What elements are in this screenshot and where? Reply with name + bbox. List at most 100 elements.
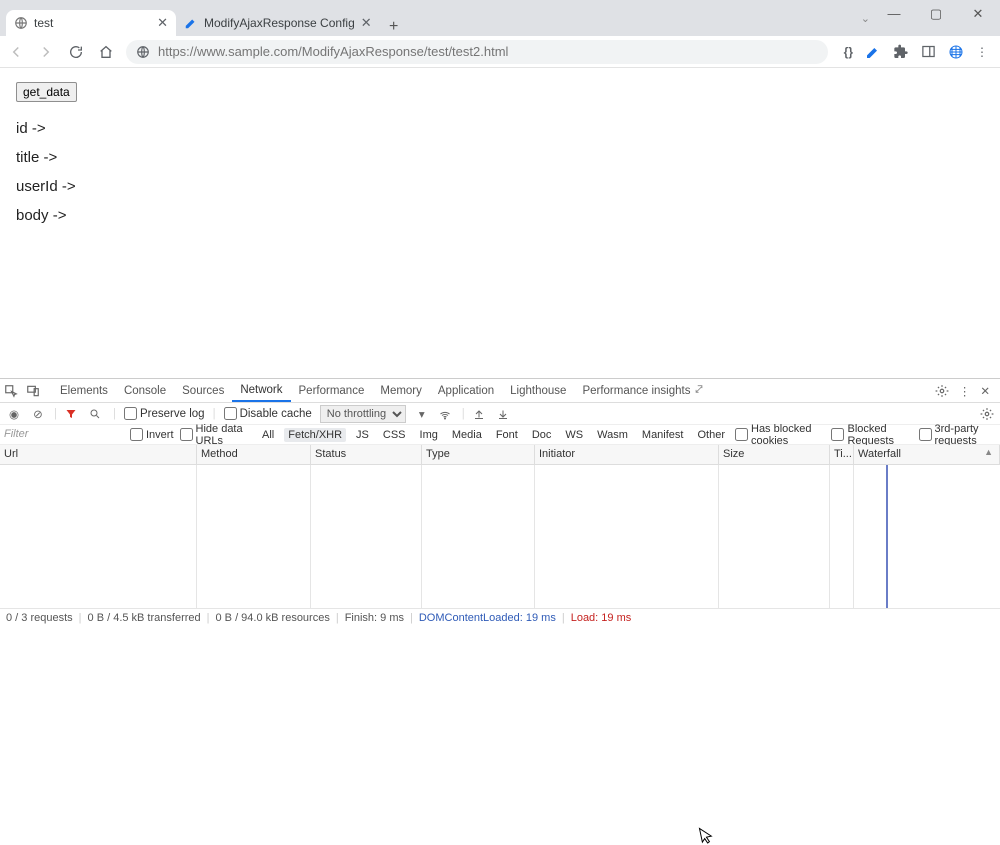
panel-icon[interactable]	[921, 44, 936, 59]
devtools-settings-icon[interactable]	[935, 384, 949, 398]
new-tab-button[interactable]: +	[380, 18, 408, 36]
col-header-method[interactable]: Method	[197, 445, 311, 464]
extension-icons: {} ⋮	[838, 44, 994, 60]
tabstrip-chevron-icon[interactable]: ⌄	[861, 12, 870, 25]
col-header-waterfall[interactable]: Waterfall▲	[854, 445, 1000, 464]
filter-type-doc[interactable]: Doc	[528, 428, 556, 442]
search-icon[interactable]	[89, 408, 105, 420]
record-icon[interactable]: ◉	[6, 407, 22, 421]
output-body: body ->	[16, 207, 984, 224]
blocked-requests-checkbox[interactable]: Blocked Requests	[831, 423, 912, 447]
filter-input[interactable]	[2, 426, 124, 443]
braces-extension-icon[interactable]: {}	[844, 45, 853, 59]
filter-type-manifest[interactable]: Manifest	[638, 428, 688, 442]
devtools-panel: Elements Console Sources Network Perform…	[0, 378, 1000, 626]
network-filter-row: Invert Hide data URLs All Fetch/XHR JS C…	[0, 425, 1000, 445]
filter-type-all[interactable]: All	[258, 428, 278, 442]
globe-grid-icon[interactable]	[948, 44, 964, 60]
third-party-checkbox[interactable]: 3rd-party requests	[919, 423, 1000, 447]
invert-checkbox[interactable]: Invert	[130, 428, 174, 441]
network-table-body	[0, 465, 1000, 608]
status-finish: Finish: 9 ms	[345, 612, 404, 624]
globe-icon	[14, 16, 28, 30]
preserve-log-checkbox[interactable]: Preserve log	[124, 407, 205, 420]
devtools-tab-sources[interactable]: Sources	[174, 381, 232, 401]
url-input[interactable]	[158, 44, 818, 59]
hide-data-urls-checkbox[interactable]: Hide data URLs	[180, 423, 253, 447]
network-settings-icon[interactable]	[980, 407, 994, 421]
devtools-tabs: Elements Console Sources Network Perform…	[0, 379, 1000, 403]
status-load: Load: 19 ms	[571, 612, 632, 624]
col-header-initiator[interactable]: Initiator	[535, 445, 719, 464]
filter-type-fetchxhr[interactable]: Fetch/XHR	[284, 428, 346, 442]
filter-type-wasm[interactable]: Wasm	[593, 428, 632, 442]
col-header-time[interactable]: Ti...	[830, 445, 854, 464]
filter-type-css[interactable]: CSS	[379, 428, 410, 442]
col-header-size[interactable]: Size	[719, 445, 830, 464]
close-icon[interactable]: ✕	[157, 15, 168, 31]
close-icon[interactable]: ✕	[361, 15, 372, 31]
extensions-icon[interactable]	[893, 44, 909, 60]
device-toolbar-icon[interactable]	[26, 384, 44, 398]
window-controls: — ▢ ✕	[882, 6, 1000, 22]
filter-icon[interactable]	[65, 408, 81, 420]
status-requests: 0 / 3 requests	[6, 612, 73, 624]
pencil-extension-icon[interactable]	[865, 44, 881, 60]
col-header-status[interactable]: Status	[311, 445, 422, 464]
devtools-more-icon[interactable]: ⋮	[959, 384, 971, 398]
pencil-icon	[184, 16, 198, 30]
devtools-tab-console[interactable]: Console	[116, 381, 174, 401]
output-id: id ->	[16, 120, 984, 137]
site-info-icon[interactable]	[136, 45, 150, 59]
window-maximize-button[interactable]: ▢	[924, 6, 948, 22]
sort-asc-icon: ▲	[984, 447, 993, 457]
devtools-tab-network[interactable]: Network	[232, 380, 290, 402]
devtools-tab-application[interactable]: Application	[430, 381, 502, 401]
devtools-close-icon[interactable]: ✕	[980, 384, 990, 398]
col-header-url[interactable]: Url	[0, 445, 197, 464]
back-button[interactable]	[6, 42, 26, 62]
devtools-status-bar: 0 / 3 requests| 0 B / 4.5 kB transferred…	[0, 608, 1000, 626]
status-dcl: DOMContentLoaded: 19 ms	[419, 612, 556, 624]
chevron-down-icon[interactable]: ▾	[414, 407, 430, 421]
devtools-tab-lighthouse[interactable]: Lighthouse	[502, 381, 574, 401]
window-close-button[interactable]: ✕	[966, 6, 990, 22]
output-title: title ->	[16, 149, 984, 166]
window-minimize-button[interactable]: —	[882, 6, 906, 22]
devtools-tab-memory[interactable]: Memory	[372, 381, 430, 401]
address-bar[interactable]	[126, 40, 828, 64]
browser-toolbar: {} ⋮	[0, 36, 1000, 68]
get-data-button[interactable]: get_data	[16, 82, 77, 102]
status-resources: 0 B / 94.0 kB resources	[216, 612, 330, 624]
inspect-element-icon[interactable]	[4, 384, 22, 398]
throttling-select[interactable]: No throttling	[320, 405, 406, 423]
filter-type-img[interactable]: Img	[416, 428, 442, 442]
clear-icon[interactable]: ⊘	[30, 407, 46, 421]
filter-type-other[interactable]: Other	[693, 428, 729, 442]
browser-menu-button[interactable]: ⋮	[976, 45, 988, 59]
reload-button[interactable]	[66, 42, 86, 62]
disable-cache-checkbox[interactable]: Disable cache	[224, 407, 312, 420]
filter-type-ws[interactable]: WS	[561, 428, 587, 442]
network-conditions-icon[interactable]	[438, 408, 454, 420]
devtools-tab-perf-insights[interactable]: Performance insights	[574, 380, 711, 401]
devtools-tab-elements[interactable]: Elements	[52, 381, 116, 401]
filter-type-font[interactable]: Font	[492, 428, 522, 442]
upload-har-icon[interactable]	[473, 408, 489, 420]
filter-type-media[interactable]: Media	[448, 428, 486, 442]
mouse-cursor-icon	[698, 825, 715, 845]
browser-tab-2[interactable]: ModifyAjaxResponse Config ✕	[176, 10, 380, 36]
devtools-tab-performance[interactable]: Performance	[291, 381, 373, 401]
page-content: get_data id -> title -> userId -> body -…	[0, 68, 1000, 378]
filter-type-js[interactable]: JS	[352, 428, 373, 442]
browser-tabstrip: ⌄ — ▢ ✕ test ✕ ModifyAjaxResponse Config…	[0, 8, 1000, 36]
home-button[interactable]	[96, 42, 116, 62]
browser-tab-1[interactable]: test ✕	[6, 10, 176, 36]
download-har-icon[interactable]	[497, 408, 513, 420]
forward-button[interactable]	[36, 42, 56, 62]
network-columns-header: Url Method Status Type Initiator Size Ti…	[0, 445, 1000, 465]
col-header-type[interactable]: Type	[422, 445, 535, 464]
blocked-cookies-checkbox[interactable]: Has blocked cookies	[735, 423, 825, 447]
output-userid: userId ->	[16, 178, 984, 195]
tab-label: test	[34, 16, 151, 30]
